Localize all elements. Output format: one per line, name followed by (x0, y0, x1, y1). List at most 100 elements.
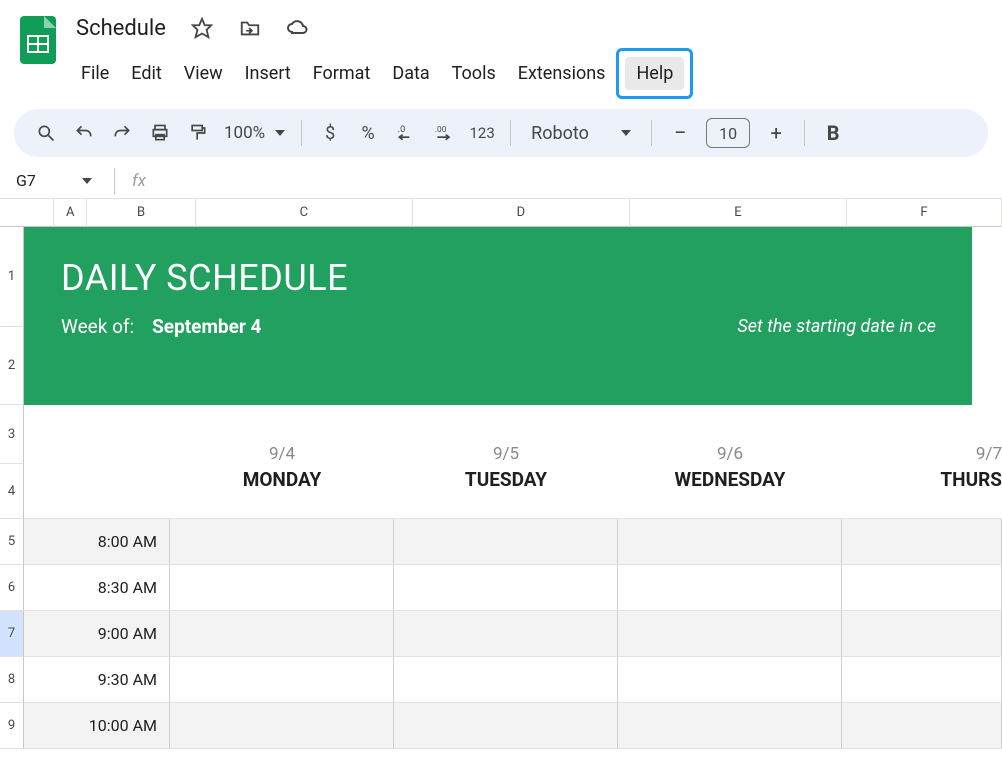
row-head-9[interactable]: 9 (0, 703, 24, 749)
cell[interactable]: 9/7 (842, 405, 1002, 464)
cell[interactable] (842, 611, 1002, 656)
cell[interactable] (618, 519, 842, 564)
cell[interactable] (618, 657, 842, 702)
menu-help[interactable]: Help (625, 57, 684, 90)
cell[interactable]: THURS (842, 464, 1002, 518)
cell[interactable] (170, 519, 394, 564)
menu-file[interactable]: File (70, 57, 120, 90)
doc-title[interactable]: Schedule (70, 14, 172, 43)
currency-button[interactable]: $ (312, 115, 348, 151)
time-2[interactable]: 9:00 AM (58, 611, 170, 656)
col-head-E[interactable]: E (630, 199, 847, 227)
cells-area[interactable]: DAILY SCHEDULE Week of: September 4 Set … (24, 227, 1002, 749)
move-folder-icon[interactable] (232, 10, 268, 46)
cell[interactable] (394, 519, 618, 564)
cloud-status-icon[interactable] (280, 10, 316, 46)
week-label: Week of: (61, 315, 134, 338)
menu-view[interactable]: View (173, 57, 234, 90)
cell[interactable] (58, 405, 170, 464)
cell[interactable] (394, 565, 618, 610)
cell[interactable] (842, 657, 1002, 702)
chevron-down-icon (82, 178, 92, 184)
menu-edit[interactable]: Edit (120, 57, 172, 90)
day-names-row: MONDAY TUESDAY WEDNESDAY THURS (24, 464, 1002, 519)
time-3[interactable]: 9:30 AM (58, 657, 170, 702)
col-head-A[interactable]: A (54, 199, 87, 227)
cell[interactable] (842, 519, 1002, 564)
font-size-group: − 10 + (662, 115, 794, 151)
number-format-button[interactable]: 123 (464, 115, 500, 151)
row-head-6[interactable]: 6 (0, 565, 24, 611)
undo-icon[interactable] (66, 115, 102, 151)
row-head-8[interactable]: 8 (0, 657, 24, 703)
cell[interactable] (170, 611, 394, 656)
app-header: Schedule File Edit View Insert Format Da… (0, 0, 1002, 99)
formula-input[interactable] (151, 163, 1002, 198)
star-icon[interactable] (184, 10, 220, 46)
menu-insert[interactable]: Insert (234, 57, 302, 90)
font-select[interactable]: Roboto (521, 123, 641, 144)
cell[interactable] (24, 657, 58, 702)
col-head-D[interactable]: D (413, 199, 630, 227)
day-1: TUESDAY (465, 468, 547, 491)
cell[interactable] (842, 703, 1002, 748)
row-head-7[interactable]: 7 (0, 611, 24, 657)
select-all-corner[interactable] (0, 199, 54, 227)
cell[interactable] (24, 565, 58, 610)
row-head-3[interactable]: 3 (0, 405, 24, 464)
cell[interactable]: 9/5 (394, 405, 618, 464)
dates-row: 9/4 9/5 9/6 9/7 (24, 405, 1002, 464)
cell[interactable] (618, 611, 842, 656)
cell[interactable] (58, 464, 170, 518)
time-1[interactable]: 8:30 AM (58, 565, 170, 610)
cell[interactable] (24, 464, 58, 518)
sheets-logo[interactable] (18, 14, 58, 66)
col-head-B[interactable]: B (87, 199, 196, 227)
cell[interactable] (842, 565, 1002, 610)
cell[interactable] (24, 405, 58, 464)
cell[interactable] (24, 611, 58, 656)
increase-decimal-button[interactable]: .00 (426, 115, 462, 151)
bold-button[interactable]: B (815, 115, 851, 151)
col-head-F[interactable]: F (847, 199, 1002, 227)
col-head-C[interactable]: C (196, 199, 413, 227)
cell[interactable] (24, 703, 58, 748)
cell[interactable]: TUESDAY (394, 464, 618, 518)
cell[interactable]: 9/6 (618, 405, 842, 464)
redo-icon[interactable] (104, 115, 140, 151)
row-head-4[interactable]: 4 (0, 464, 24, 519)
cell[interactable] (394, 703, 618, 748)
font-size-input[interactable]: 10 (706, 118, 750, 148)
percent-button[interactable]: % (350, 115, 386, 151)
menu-tools[interactable]: Tools (441, 57, 507, 90)
cell[interactable] (394, 657, 618, 702)
cell[interactable] (618, 703, 842, 748)
time-0[interactable]: 8:00 AM (58, 519, 170, 564)
print-icon[interactable] (142, 115, 178, 151)
menu-data[interactable]: Data (381, 57, 440, 90)
cell[interactable]: 9/4 (170, 405, 394, 464)
menu-extensions[interactable]: Extensions (507, 57, 617, 90)
decrease-font-button[interactable]: − (662, 115, 698, 151)
time-4[interactable]: 10:00 AM (58, 703, 170, 748)
zoom-select[interactable]: 100% (218, 123, 291, 143)
cell[interactable] (170, 565, 394, 610)
cell[interactable]: WEDNESDAY (618, 464, 842, 518)
name-box[interactable]: G7 (6, 171, 102, 190)
cell[interactable] (24, 519, 58, 564)
search-icon[interactable] (28, 115, 64, 151)
date-1: 9/5 (493, 444, 519, 464)
menu-format[interactable]: Format (302, 57, 382, 90)
paint-format-icon[interactable] (180, 115, 216, 151)
decrease-decimal-button[interactable]: .0 (388, 115, 424, 151)
row-head-1[interactable]: 1 (0, 227, 24, 327)
cell[interactable]: MONDAY (170, 464, 394, 518)
cell[interactable] (170, 703, 394, 748)
increase-font-button[interactable]: + (758, 115, 794, 151)
cell[interactable] (618, 565, 842, 610)
cell[interactable] (394, 611, 618, 656)
cell[interactable] (170, 657, 394, 702)
chevron-down-icon (275, 130, 285, 136)
row-head-5[interactable]: 5 (0, 519, 24, 565)
row-head-2[interactable]: 2 (0, 327, 24, 405)
